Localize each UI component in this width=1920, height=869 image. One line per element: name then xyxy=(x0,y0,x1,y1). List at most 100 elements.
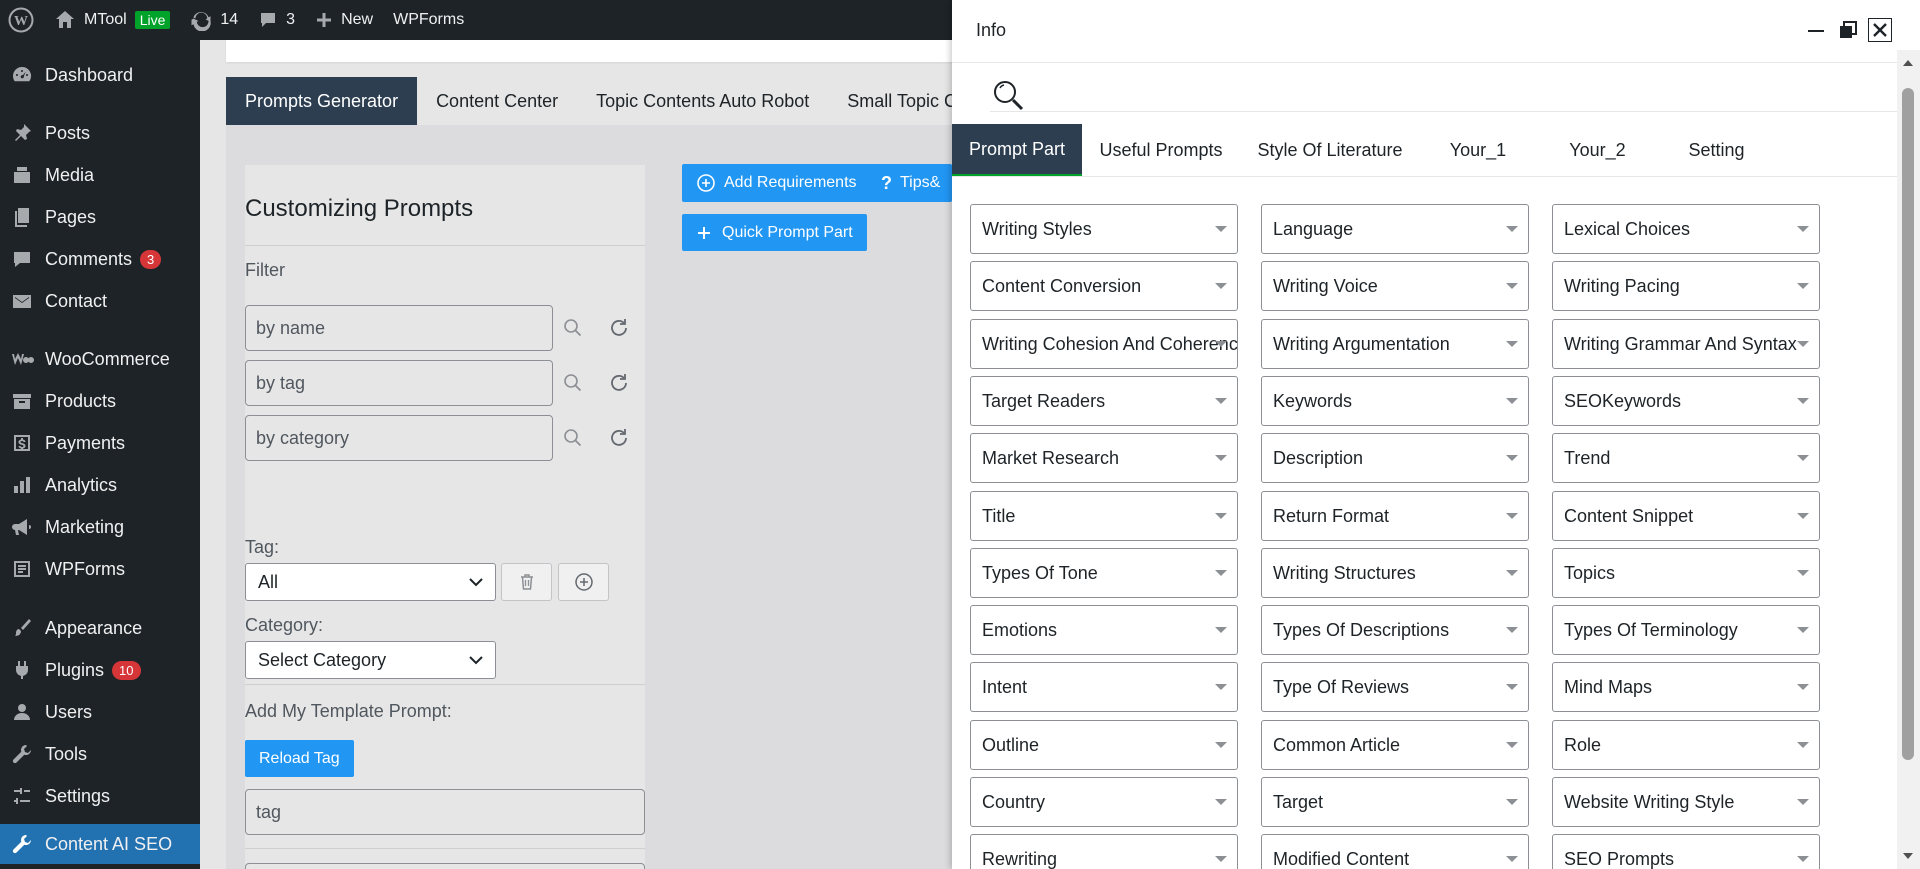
prompt-part-dropdown[interactable]: Types Of Terminology xyxy=(1552,605,1820,655)
tab-useful-prompts[interactable]: Useful Prompts xyxy=(1082,124,1240,176)
caret-down-icon xyxy=(1215,398,1227,404)
updates-link[interactable]: 14 xyxy=(180,0,248,40)
quick-prompt-part-button[interactable]: Quick Prompt Part xyxy=(682,214,867,251)
tab-content-center[interactable]: Content Center xyxy=(417,77,577,125)
sidebar-item-users[interactable]: Users xyxy=(0,692,200,732)
sidebar-item-tools[interactable]: Tools xyxy=(0,734,200,774)
delete-tag-button[interactable] xyxy=(501,563,552,601)
add-requirements-button[interactable]: Add Requirements xyxy=(682,164,871,202)
sidebar-item-plugins[interactable]: Plugins 10 xyxy=(0,650,200,690)
sidebar-item-posts[interactable]: Posts xyxy=(0,113,200,153)
sidebar-item-appearance[interactable]: Appearance xyxy=(0,608,200,648)
prompt-part-dropdown[interactable]: Title xyxy=(970,491,1238,541)
sidebar-item-comments[interactable]: Comments 3 xyxy=(0,239,200,279)
sidebar-item-marketing[interactable]: Marketing xyxy=(0,507,200,547)
sidebar-item-pages[interactable]: Pages xyxy=(0,197,200,237)
reload-tag-button[interactable]: Reload Tag xyxy=(245,740,354,777)
scroll-down-arrow[interactable] xyxy=(1903,853,1913,859)
dialog-scrollbar[interactable] xyxy=(1897,50,1920,869)
sidebar-item-woocommerce[interactable]: WooCommerce xyxy=(0,339,200,379)
filter-tag-input[interactable]: by tag xyxy=(245,360,553,406)
prompt-part-dropdown[interactable]: Topics xyxy=(1552,548,1820,598)
category-select[interactable]: Select Category xyxy=(245,641,496,679)
search-icon[interactable] xyxy=(561,316,585,340)
prompt-part-dropdown[interactable]: Website Writing Style xyxy=(1552,777,1820,827)
new-content-link[interactable]: New xyxy=(305,0,383,40)
comments-link[interactable]: 3 xyxy=(248,0,305,40)
tab-topic-contents-auto-robot[interactable]: Topic Contents Auto Robot xyxy=(577,77,828,125)
sidebar-item-wpforms[interactable]: WPForms xyxy=(0,549,200,589)
refresh-icon[interactable] xyxy=(607,426,631,450)
refresh-icon[interactable] xyxy=(607,371,631,395)
info-dialog: Info Prompt Part Useful Prompts Style Of… xyxy=(952,0,1920,869)
filter-category-input[interactable]: by category xyxy=(245,415,553,461)
close-icon[interactable] xyxy=(1868,18,1892,42)
prompt-part-dropdown[interactable]: Lexical Choices xyxy=(1552,204,1820,254)
prompt-part-dropdown[interactable]: Trend xyxy=(1552,433,1820,483)
prompt-part-dropdown[interactable]: Mind Maps xyxy=(1552,662,1820,712)
tab-setting[interactable]: Setting xyxy=(1659,124,1774,176)
comments-count-badge: 3 xyxy=(140,249,162,269)
dropdown-label: Common Article xyxy=(1273,734,1401,755)
prompt-part-dropdown[interactable]: Keywords xyxy=(1261,376,1529,426)
wpforms-adminbar-link[interactable]: WPForms xyxy=(383,0,474,40)
tips-button[interactable]: ? Tips& xyxy=(867,164,952,202)
scroll-thumb[interactable] xyxy=(1902,88,1914,760)
search-icon[interactable] xyxy=(561,426,585,450)
prompt-part-dropdown[interactable]: Country xyxy=(970,777,1238,827)
prompt-part-dropdown[interactable]: Rewriting xyxy=(970,834,1238,869)
prompt-part-dropdown[interactable]: Types Of Descriptions xyxy=(1261,605,1529,655)
prompt-part-dropdown[interactable]: Market Research xyxy=(970,433,1238,483)
prompt-part-dropdown[interactable]: Target Readers xyxy=(970,376,1238,426)
prompt-part-dropdown[interactable]: Writing Grammar And Syntax xyxy=(1552,319,1820,369)
prompt-part-dropdown[interactable]: Writing Cohesion And Coherence xyxy=(970,319,1238,369)
prompt-part-dropdown[interactable]: Common Article xyxy=(1261,720,1529,770)
prompt-part-dropdown[interactable]: Modified Content xyxy=(1261,834,1529,869)
prompt-part-dropdown[interactable]: Description xyxy=(1261,433,1529,483)
prompt-part-dropdown[interactable]: Type Of Reviews xyxy=(1261,662,1529,712)
maximize-icon[interactable] xyxy=(1836,18,1860,42)
tab-your-2[interactable]: Your_2 xyxy=(1536,124,1659,176)
sidebar-item-settings[interactable]: Settings xyxy=(0,776,200,816)
prompt-part-dropdown[interactable]: Return Format xyxy=(1261,491,1529,541)
sidebar-item-dashboard[interactable]: Dashboard xyxy=(0,55,200,95)
category-input[interactable]: category xyxy=(245,863,645,869)
minimize-icon[interactable] xyxy=(1804,18,1828,42)
tab-prompts-generator[interactable]: Prompts Generator xyxy=(226,77,418,125)
tag-input[interactable]: tag xyxy=(245,789,645,835)
prompt-part-dropdown[interactable]: Writing Structures xyxy=(1261,548,1529,598)
tag-select[interactable]: All xyxy=(245,563,496,601)
scroll-up-arrow[interactable] xyxy=(1903,60,1913,66)
prompt-part-dropdown[interactable]: Outline xyxy=(970,720,1238,770)
tab-prompt-part[interactable]: Prompt Part xyxy=(952,124,1082,176)
add-tag-button[interactable] xyxy=(558,563,609,601)
filter-name-input[interactable]: by name xyxy=(245,305,553,351)
search-icon[interactable] xyxy=(990,78,1026,114)
search-icon[interactable] xyxy=(561,371,585,395)
tab-style-of-literature[interactable]: Style Of Literature xyxy=(1240,124,1420,176)
prompt-part-dropdown[interactable]: Types Of Tone xyxy=(970,548,1238,598)
sidebar-item-contact[interactable]: Contact xyxy=(0,281,200,321)
refresh-icon[interactable] xyxy=(607,316,631,340)
sidebar-item-products[interactable]: Products xyxy=(0,381,200,421)
prompt-part-dropdown[interactable]: Language xyxy=(1261,204,1529,254)
prompt-part-dropdown[interactable]: Content Snippet xyxy=(1552,491,1820,541)
tab-your-1[interactable]: Your_1 xyxy=(1420,124,1536,176)
site-name-link[interactable]: MTool Live xyxy=(44,0,180,40)
prompt-part-dropdown[interactable]: Writing Pacing xyxy=(1552,261,1820,311)
wordpress-logo-button[interactable]: W xyxy=(0,0,44,40)
prompt-part-dropdown[interactable]: Role xyxy=(1552,720,1820,770)
prompt-part-dropdown[interactable]: SEO Prompts xyxy=(1552,834,1820,869)
sidebar-item-analytics[interactable]: Analytics xyxy=(0,465,200,505)
sidebar-item-media[interactable]: Media xyxy=(0,155,200,195)
sidebar-item-payments[interactable]: Payments xyxy=(0,423,200,463)
prompt-part-dropdown[interactable]: Intent xyxy=(970,662,1238,712)
prompt-part-dropdown[interactable]: SEOKeywords xyxy=(1552,376,1820,426)
sidebar-item-content-ai-seo[interactable]: Content AI SEO xyxy=(0,824,200,864)
prompt-part-dropdown[interactable]: Writing Styles xyxy=(970,204,1238,254)
prompt-part-dropdown[interactable]: Writing Argumentation xyxy=(1261,319,1529,369)
prompt-part-dropdown[interactable]: Emotions xyxy=(970,605,1238,655)
prompt-part-dropdown[interactable]: Content Conversion xyxy=(970,261,1238,311)
prompt-part-dropdown[interactable]: Writing Voice xyxy=(1261,261,1529,311)
prompt-part-dropdown[interactable]: Target xyxy=(1261,777,1529,827)
